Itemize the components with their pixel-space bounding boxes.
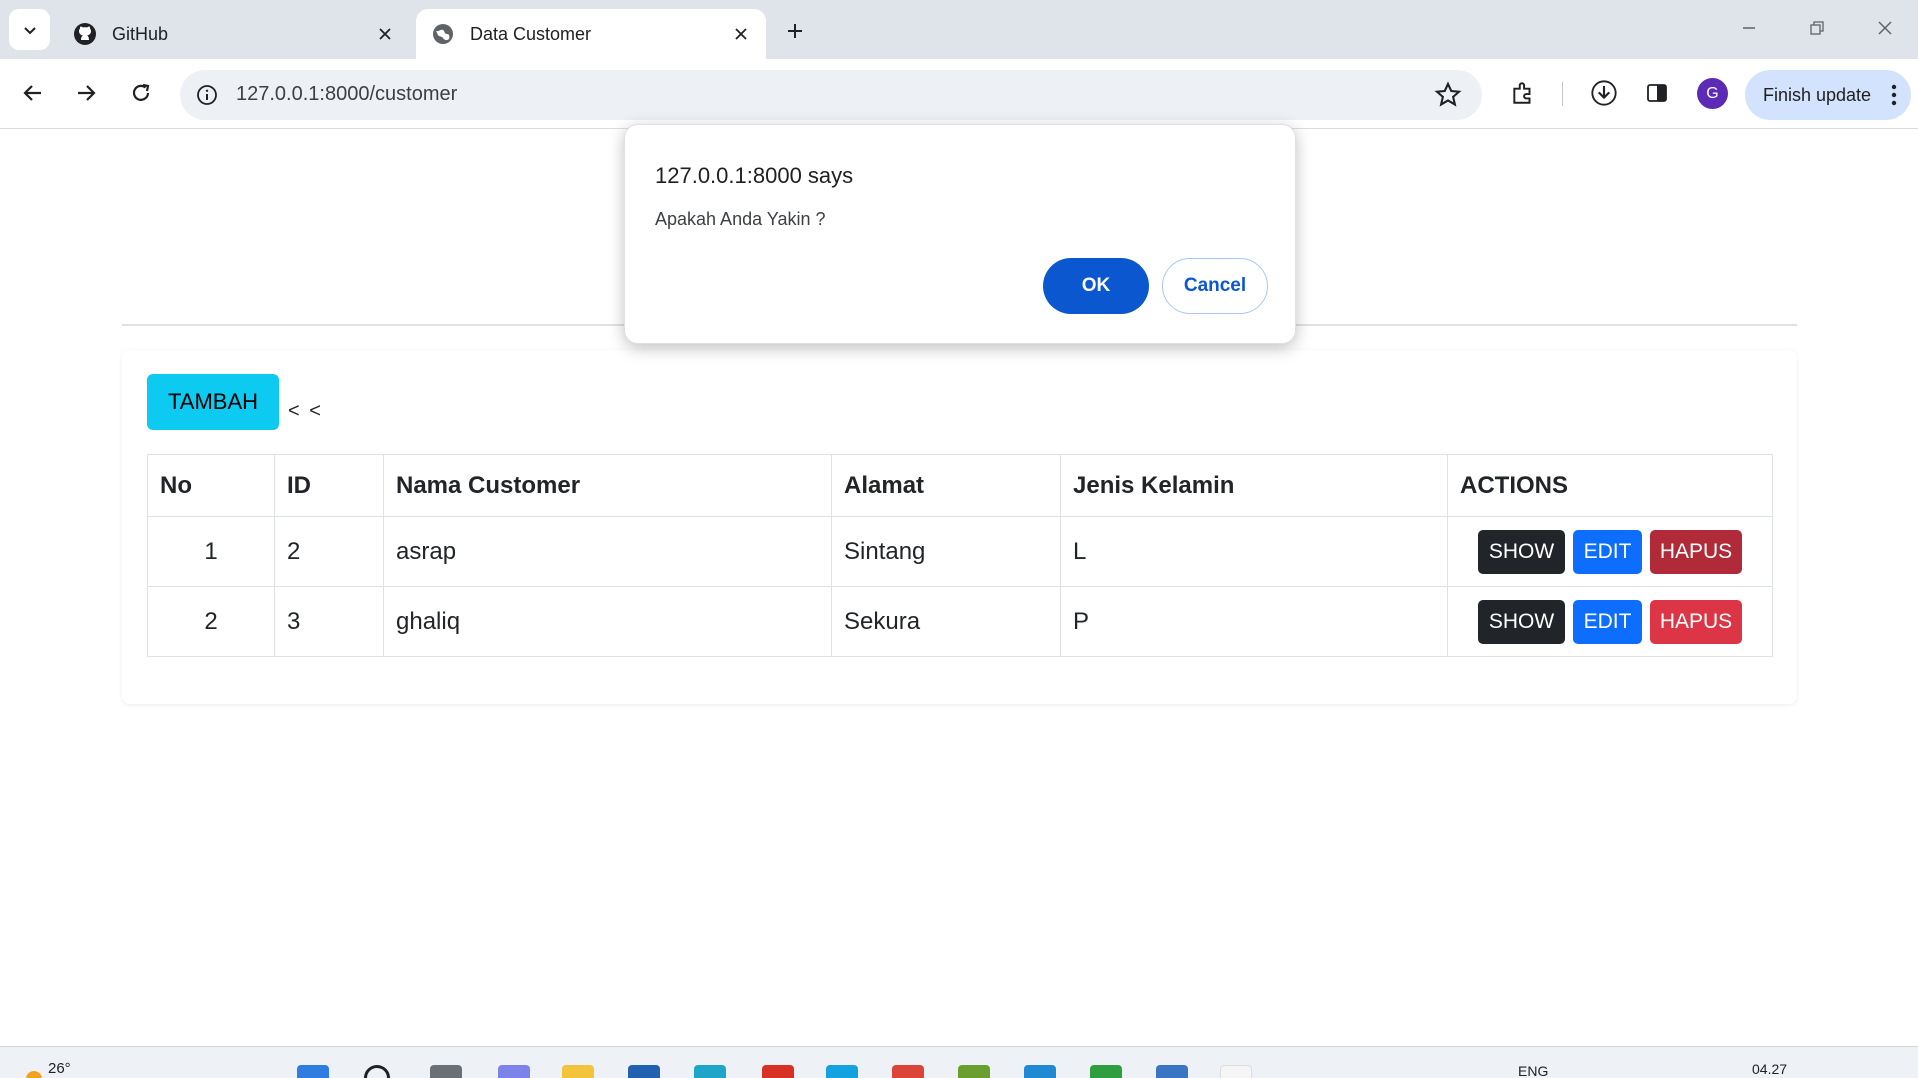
weather-temperature: 26°	[48, 1060, 71, 1077]
task-view-icon[interactable]	[430, 1065, 462, 1078]
cell-jenis-kelamin: P	[1060, 586, 1448, 657]
header-alamat: Alamat	[831, 454, 1061, 517]
ok-button[interactable]: OK	[1043, 258, 1149, 314]
delete-button[interactable]: HAPUS	[1650, 529, 1742, 574]
table-row: 1 2 asrap Sintang L SHOW EDIT HAPUS	[147, 516, 1773, 587]
cell-id: 2	[274, 516, 384, 587]
close-icon[interactable]	[370, 19, 400, 49]
cell-jenis-kelamin: L	[1060, 516, 1448, 587]
file-explorer-icon[interactable]	[562, 1065, 594, 1078]
chrome-profile-icon[interactable]	[892, 1065, 924, 1078]
cell-nama: ghaliq	[383, 586, 832, 657]
toolbar-divider	[1562, 82, 1563, 106]
vscode-icon[interactable]	[1024, 1065, 1056, 1078]
app-icon[interactable]	[1156, 1065, 1188, 1078]
cell-no: 1	[147, 516, 275, 587]
side-panel-icon[interactable]	[1637, 73, 1677, 113]
close-icon	[1878, 21, 1892, 35]
cell-nama: asrap	[383, 516, 832, 587]
show-button[interactable]: SHOW	[1478, 599, 1565, 644]
finish-update-label: Finish update	[1763, 84, 1872, 105]
calendar-app-icon[interactable]	[1220, 1065, 1252, 1078]
chevron-down-icon	[23, 26, 36, 34]
address-bar[interactable]: 127.0.0.1:8000/customer	[180, 70, 1482, 120]
browser-toolbar: 127.0.0.1:8000/customer G Finish update	[0, 59, 1918, 129]
back-link[interactable]: < <	[288, 400, 323, 423]
cell-actions: SHOW EDIT HAPUS	[1447, 586, 1773, 657]
search-icon[interactable]	[364, 1065, 390, 1078]
new-tab-button[interactable]	[778, 14, 812, 48]
tab-github[interactable]: GitHub	[58, 9, 410, 59]
weather-icon	[26, 1071, 42, 1078]
tab-strip: GitHub Data Customer	[0, 0, 1918, 59]
start-icon[interactable]	[297, 1065, 329, 1078]
cell-alamat: Sintang	[831, 516, 1061, 587]
laragon-icon[interactable]	[958, 1065, 990, 1078]
back-button[interactable]	[11, 71, 55, 115]
cloud-app-icon[interactable]	[826, 1065, 858, 1078]
table-header-row: No ID Nama Customer Alamat Jenis Kelamin…	[147, 454, 1773, 517]
minimize-button[interactable]	[1724, 8, 1774, 48]
dialog-message: Apakah Anda Yakin ?	[655, 209, 826, 229]
customer-table: No ID Nama Customer Alamat Jenis Kelamin…	[147, 454, 1773, 657]
dialog-title: 127.0.0.1:8000 says	[655, 163, 854, 188]
header-actions: ACTIONS	[1447, 454, 1773, 517]
header-jenis-kelamin: Jenis Kelamin	[1060, 454, 1448, 517]
arrow-left-icon	[23, 85, 41, 101]
cell-alamat: Sekura	[831, 586, 1061, 657]
show-button[interactable]: SHOW	[1478, 529, 1565, 574]
reload-icon	[132, 83, 150, 101]
profile-avatar[interactable]: G	[1697, 78, 1728, 109]
delete-button[interactable]: HAPUS	[1650, 599, 1742, 644]
tab-search-button[interactable]	[9, 9, 50, 50]
arrow-right-icon	[78, 85, 96, 101]
taskbar: 26° ENG 04.27	[0, 1046, 1918, 1078]
globe-icon	[430, 21, 456, 47]
language-indicator[interactable]: ENG	[1518, 1063, 1548, 1078]
reload-button[interactable]	[119, 71, 163, 115]
download-icon[interactable]	[1584, 73, 1624, 113]
url-text: 127.0.0.1:8000/customer	[236, 83, 458, 105]
whatsapp-icon[interactable]	[1090, 1065, 1122, 1078]
cell-id: 3	[274, 586, 384, 657]
cell-actions: SHOW EDIT HAPUS	[1447, 516, 1773, 587]
header-nama-customer: Nama Customer	[383, 454, 832, 517]
add-customer-button[interactable]: TAMBAH	[147, 374, 279, 430]
close-window-button[interactable]	[1860, 8, 1910, 48]
bookmark-star-icon[interactable]	[1434, 81, 1462, 109]
tab-title: GitHub	[112, 23, 169, 44]
header-id: ID	[274, 454, 384, 517]
cell-no: 2	[147, 586, 275, 657]
edge-icon[interactable]	[694, 1065, 726, 1078]
header-no: No	[147, 454, 275, 517]
tab-title: Data Customer	[470, 23, 592, 44]
restore-button[interactable]	[1792, 8, 1842, 48]
table-row: 2 3 ghaliq Sekura P SHOW EDIT HAPUS	[147, 586, 1773, 657]
teams-icon[interactable]	[498, 1065, 530, 1078]
confirm-dialog: 127.0.0.1:8000 says Apakah Anda Yakin ? …	[624, 124, 1296, 344]
restore-icon	[1810, 21, 1824, 35]
finish-update-button[interactable]: Finish update	[1745, 70, 1911, 120]
forward-button[interactable]	[64, 71, 108, 115]
minimize-icon	[1743, 27, 1755, 29]
close-icon[interactable]	[726, 19, 756, 49]
edit-button[interactable]: EDIT	[1573, 529, 1642, 574]
plus-icon	[788, 24, 802, 38]
info-icon[interactable]	[192, 80, 222, 110]
more-vertical-icon	[1891, 84, 1897, 106]
tab-data-customer[interactable]: Data Customer	[416, 9, 766, 59]
edit-button[interactable]: EDIT	[1573, 599, 1642, 644]
cancel-button[interactable]: Cancel	[1162, 258, 1268, 314]
clock-time[interactable]: 04.27	[1752, 1061, 1787, 1077]
chrome-icon[interactable]	[762, 1065, 794, 1078]
github-icon	[72, 21, 98, 47]
extensions-icon[interactable]	[1503, 73, 1543, 113]
store-icon[interactable]	[628, 1065, 660, 1078]
